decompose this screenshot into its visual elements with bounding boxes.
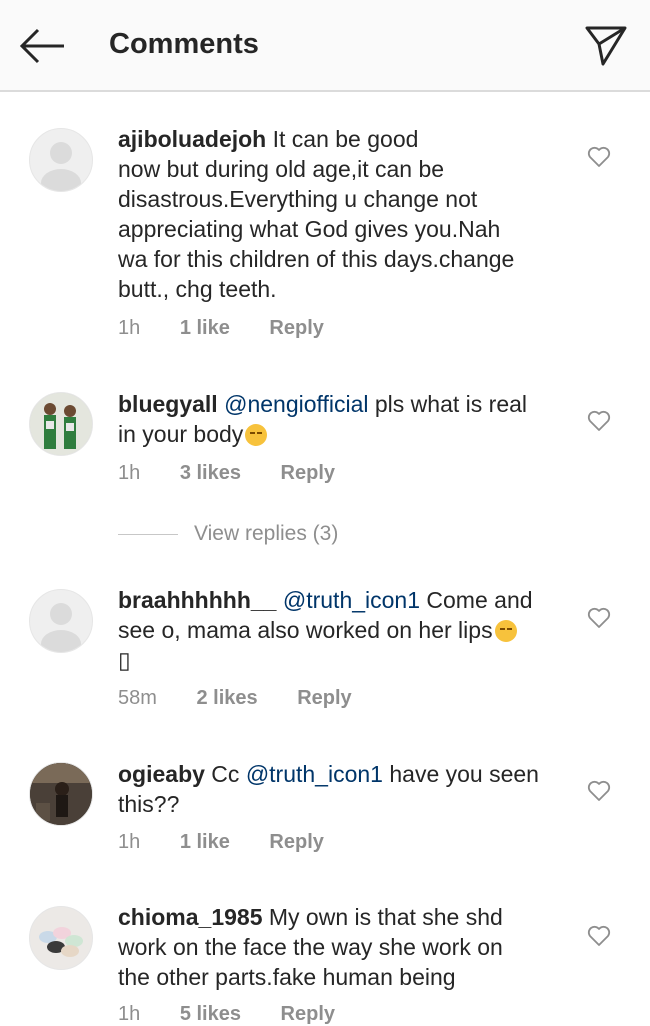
- reply-button[interactable]: Reply: [281, 1003, 335, 1025]
- comment-time: 1h: [118, 462, 141, 484]
- reply-button[interactable]: Reply: [281, 462, 335, 484]
- comment-text: bluegyall @nengiofficial pls what is rea…: [118, 389, 573, 449]
- profile-photo: [30, 393, 92, 455]
- avatar[interactable]: [29, 589, 93, 653]
- likes-count[interactable]: 3 likes: [180, 462, 241, 484]
- mention-link[interactable]: @truth_icon1: [283, 587, 420, 613]
- likes-count[interactable]: 2 likes: [196, 687, 257, 709]
- comment-meta: 1h 5 likes Reply: [118, 1003, 369, 1026]
- mention-link[interactable]: @nengiofficial: [224, 391, 368, 417]
- comment-body: It can be good now but during old age,it…: [118, 126, 515, 302]
- comment-username[interactable]: bluegyall: [118, 391, 218, 417]
- comment-prefix: Cc: [204, 761, 246, 787]
- comment-time: 1h: [118, 831, 141, 853]
- view-replies-label[interactable]: View replies (3): [194, 522, 338, 546]
- profile-photo: [30, 907, 92, 969]
- comment-text: braahhhhhh__ @truth_icon1 Come and see o…: [118, 585, 573, 675]
- comment-meta: 58m 2 likes Reply: [118, 687, 386, 710]
- back-button[interactable]: [18, 26, 68, 66]
- view-replies[interactable]: View replies (3): [118, 520, 378, 550]
- comment-text: ajiboluadejoh It can be good now but dur…: [118, 124, 573, 304]
- avatar[interactable]: [29, 392, 93, 456]
- paper-plane-icon: [585, 26, 627, 66]
- default-avatar-icon: [41, 142, 81, 191]
- default-avatar-icon: [41, 603, 81, 652]
- heart-outline-icon[interactable]: [587, 780, 611, 802]
- comment-username[interactable]: chioma_1985: [118, 904, 262, 930]
- reply-button[interactable]: Reply: [297, 687, 351, 709]
- grinning-emoji-icon: [494, 620, 517, 642]
- comment-meta: 1h 3 likes Reply: [118, 462, 369, 485]
- avatar[interactable]: [29, 762, 93, 826]
- comment-time: 1h: [118, 317, 141, 339]
- divider-line: [118, 534, 178, 535]
- comment-text: ogieaby Cc @truth_icon1 have you seen th…: [118, 759, 573, 819]
- heart-outline-icon[interactable]: [587, 410, 611, 432]
- heart-outline-icon[interactable]: [587, 607, 611, 629]
- comment-username[interactable]: braahhhhhh__: [118, 587, 276, 613]
- avatar[interactable]: [29, 906, 93, 970]
- share-button[interactable]: [584, 24, 628, 68]
- profile-photo: [30, 763, 92, 825]
- top-bar: Comments: [0, 0, 650, 92]
- heart-outline-icon[interactable]: [587, 146, 611, 168]
- comment-username[interactable]: ogieaby: [118, 761, 205, 787]
- likes-count[interactable]: 1 like: [180, 317, 230, 339]
- unknown-glyph: ▯: [118, 647, 131, 673]
- reply-button[interactable]: Reply: [269, 831, 323, 853]
- page-title: Comments: [109, 28, 259, 60]
- heart-outline-icon[interactable]: [587, 925, 611, 947]
- comment-time: 1h: [118, 1003, 141, 1025]
- likes-count[interactable]: 1 like: [180, 831, 230, 853]
- avatar[interactable]: [29, 128, 93, 192]
- comment-username[interactable]: ajiboluadejoh: [118, 126, 266, 152]
- comment-meta: 1h 1 like Reply: [118, 831, 358, 854]
- arrow-left-icon: [19, 28, 64, 64]
- mention-link[interactable]: @truth_icon1: [246, 761, 383, 787]
- comment-text: chioma_1985 My own is that she shd work …: [118, 902, 573, 992]
- comment-meta: 1h 1 like Reply: [118, 317, 358, 340]
- unamused-emoji-icon: [245, 424, 268, 446]
- comment-time: 58m: [118, 687, 157, 709]
- likes-count[interactable]: 5 likes: [180, 1003, 241, 1025]
- reply-button[interactable]: Reply: [269, 317, 323, 339]
